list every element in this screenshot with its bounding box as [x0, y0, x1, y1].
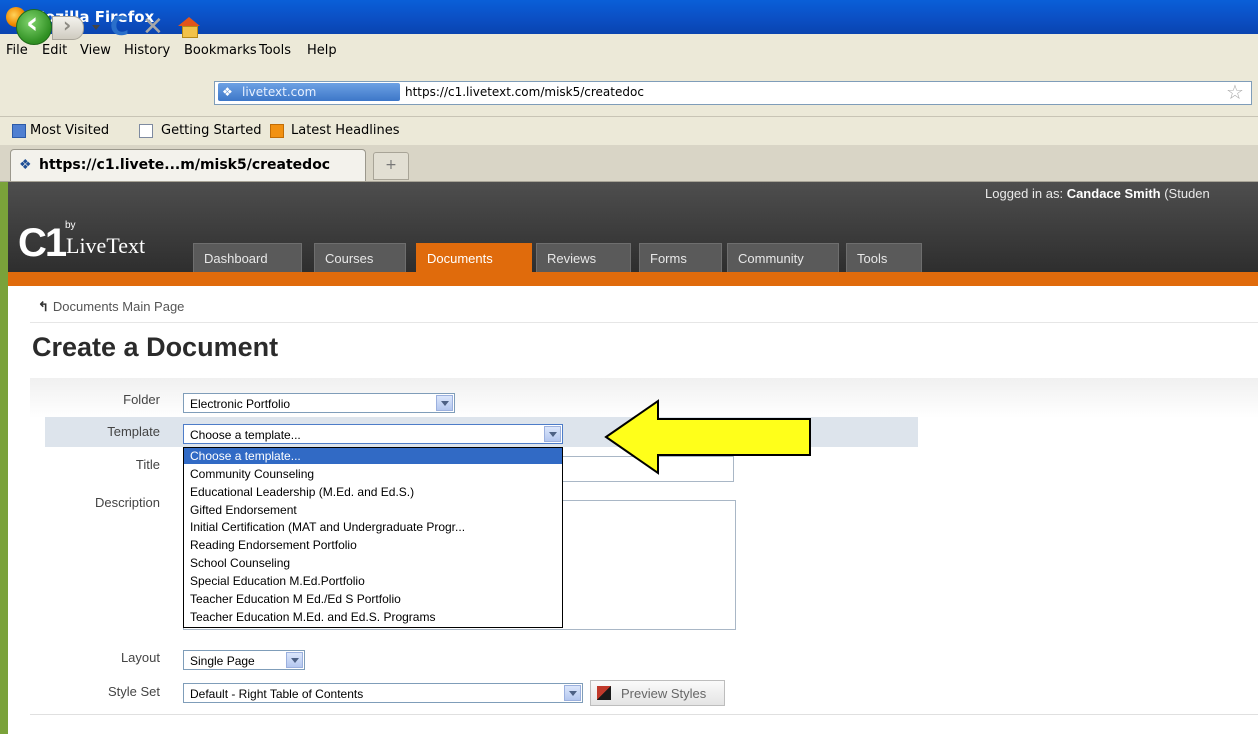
bookmark-star-icon[interactable]: ☆	[1226, 80, 1244, 104]
template-select-value: Choose a template...	[190, 428, 301, 442]
template-option[interactable]: Reading Endorsement Portfolio	[184, 537, 562, 553]
nav-tab-forms[interactable]: Forms	[639, 243, 722, 273]
reload-icon[interactable]: C	[110, 12, 129, 42]
site-identity-badge[interactable]: ❖ livetext.com	[218, 83, 400, 101]
most-visited-icon	[12, 124, 26, 138]
yellow-pointer-arrow-icon	[604, 399, 811, 475]
bookmark-latest-headlines[interactable]: Latest Headlines	[291, 123, 400, 138]
style-set-select[interactable]: Default - Right Table of Contents	[183, 683, 583, 703]
template-option[interactable]: Choose a template...	[184, 448, 562, 464]
rss-feed-icon	[270, 124, 284, 138]
folder-select[interactable]: Electronic Portfolio	[183, 393, 455, 413]
divider	[30, 322, 1258, 323]
menu-file[interactable]: File	[6, 43, 28, 58]
back-arrow-icon[interactable]	[16, 6, 52, 45]
menu-view[interactable]: View	[80, 43, 111, 58]
template-select[interactable]: Choose a template...	[183, 424, 563, 444]
chevron-down-icon[interactable]	[544, 426, 561, 442]
nav-tab-reviews[interactable]: Reviews	[536, 243, 631, 273]
nav-tab-courses[interactable]: Courses	[314, 243, 406, 273]
menu-help[interactable]: Help	[307, 43, 337, 58]
template-option[interactable]: Special Education M.Ed.Portfolio	[184, 573, 562, 589]
style-set-select-value: Default - Right Table of Contents	[190, 687, 364, 701]
user-role: (Studen	[1160, 186, 1210, 201]
title-label: Title	[135, 457, 160, 472]
template-option[interactable]: Gifted Endorsement	[184, 502, 562, 518]
style-set-label: Style Set	[107, 684, 160, 699]
home-icon[interactable]	[178, 17, 200, 26]
logo-livetext-text: LiveText	[66, 233, 146, 258]
site-favicon-icon: ❖	[19, 156, 32, 172]
folder-label: Folder	[123, 392, 160, 407]
stop-icon[interactable]: ✕	[142, 12, 164, 42]
nav-tab-dashboard[interactable]: Dashboard	[193, 243, 302, 273]
divider	[30, 714, 1258, 715]
description-label: Description	[94, 495, 160, 510]
page-title: Create a Document	[32, 332, 279, 362]
up-arrow-icon: ↰	[38, 299, 49, 314]
livetext-logo[interactable]: C1	[18, 221, 67, 266]
site-identity-label: livetext.com	[242, 85, 317, 99]
breadcrumb-link[interactable]: Documents Main Page	[53, 299, 185, 314]
browser-tab-active[interactable]: ❖ https://c1.livete...m/misk5/createdoc	[10, 149, 366, 181]
template-option[interactable]: Teacher Education M Ed./Ed S Portfolio	[184, 591, 562, 607]
template-option[interactable]: Community Counseling	[184, 466, 562, 482]
template-option[interactable]: School Counseling	[184, 555, 562, 571]
menu-edit[interactable]: Edit	[42, 43, 67, 58]
chevron-down-icon[interactable]	[286, 652, 303, 668]
forward-arrow-icon[interactable]	[52, 13, 84, 40]
menu-bookmarks[interactable]: Bookmarks	[184, 43, 257, 58]
layout-select-value: Single Page	[190, 654, 255, 668]
template-dropdown-list[interactable]: Choose a template... Community Counselin…	[183, 447, 563, 628]
bookmarks-toolbar: Most Visited Getting Started Latest Head…	[0, 117, 1258, 145]
browser-tab-title: https://c1.livete...m/misk5/createdoc	[39, 157, 331, 173]
page-icon	[139, 124, 153, 138]
nav-tab-tools[interactable]: Tools	[846, 243, 922, 273]
home-icon-body[interactable]	[182, 26, 198, 38]
nav-tab-documents[interactable]: Documents	[416, 243, 532, 273]
user-name[interactable]: Candace Smith	[1067, 186, 1161, 201]
logo-by-text: by	[65, 220, 76, 231]
preview-styles-button[interactable]: Preview Styles	[590, 680, 725, 706]
template-label: Template	[107, 424, 160, 439]
nav-accent-bar	[8, 272, 1258, 286]
chevron-down-icon[interactable]	[564, 685, 581, 701]
template-option[interactable]: Teacher Education M.Ed. and Ed.S. Progra…	[184, 609, 562, 625]
url-text[interactable]: https://c1.livetext.com/misk5/createdoc	[405, 85, 644, 99]
new-tab-button[interactable]: +	[373, 152, 409, 180]
breadcrumb[interactable]: ↰ Documents Main Page	[38, 299, 184, 315]
layout-label: Layout	[120, 650, 160, 665]
template-option[interactable]: Initial Certification (MAT and Undergrad…	[184, 519, 562, 535]
menu-tools[interactable]: Tools	[259, 43, 291, 58]
chevron-down-icon[interactable]	[436, 395, 453, 411]
site-favicon-icon: ❖	[222, 85, 233, 99]
logged-in-status: Logged in as: Candace Smith (Studen	[985, 186, 1210, 201]
nav-tab-community[interactable]: Community	[727, 243, 839, 273]
menu-bar: File Edit View History Bookmarks Tools H…	[0, 34, 1258, 66]
history-dropdown-icon[interactable]	[92, 25, 100, 30]
palette-icon	[597, 686, 611, 700]
window-left-edge	[0, 182, 8, 734]
layout-select[interactable]: Single Page	[183, 650, 305, 670]
menu-history[interactable]: History	[124, 43, 170, 58]
bookmark-most-visited[interactable]: Most Visited	[30, 123, 109, 138]
folder-select-value: Electronic Portfolio	[190, 397, 291, 411]
bookmark-getting-started[interactable]: Getting Started	[161, 123, 262, 138]
template-option[interactable]: Educational Leadership (M.Ed. and Ed.S.)	[184, 484, 562, 500]
preview-styles-label: Preview Styles	[621, 686, 707, 701]
logged-in-prefix: Logged in as:	[985, 186, 1067, 201]
